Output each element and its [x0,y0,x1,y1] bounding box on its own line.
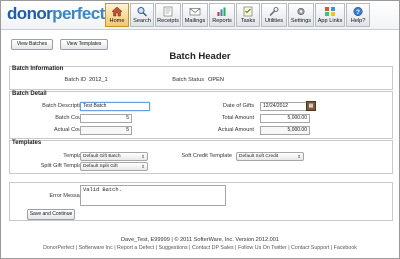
view-templates-button[interactable]: View Templates [60,39,108,50]
actual-amount-field: 5,000.00 [260,126,310,135]
batch-status-value: OPEN [208,77,224,83]
batch-id-label: Batch ID [64,77,86,83]
batch-status-label: Batch Status [172,77,204,83]
app-links-icon [325,7,335,16]
settings-icon [297,7,305,16]
templates-title: Templates [12,140,42,146]
date-of-gifts-label: Date of Gifts [222,103,254,109]
nav-utilities-label: Utilities [264,18,284,24]
home-icon [111,6,123,17]
nav-tasks-label: Tasks [240,18,256,24]
actual-amount-label: Actual Amount [217,127,254,133]
batch-detail-title: Batch Detail [12,91,47,97]
error-message-textarea[interactable]: Valid Batch. [80,185,226,206]
select-arrows-icon: ⇕ [141,154,145,159]
calendar-icon[interactable]: ▦ [306,101,316,111]
nav-tasks[interactable]: Tasks [236,3,260,27]
main-nav: Home Search Receipts Mailings Reports Ta… [105,3,371,27]
split-gift-select-value: Default Split Gift [83,164,118,169]
batch-information-title: Batch Information [12,66,64,72]
utilities-icon [269,6,279,17]
split-gift-template-select[interactable]: Default Split Gift ⇕ [80,162,148,171]
reports-icon [217,7,226,16]
help-icon: ? [353,6,363,17]
nav-mailings-label: Mailings [184,18,206,24]
search-icon [137,7,147,17]
logo-text-donor: donor [7,4,53,23]
page-title: Batch Header [169,51,231,62]
svg-text:?: ? [356,9,360,16]
nav-search-label: Search [133,18,151,24]
batch-detail-section: Batch Detail Batch Description Test Batc… [9,91,393,139]
templates-section: Templates Template Default Gift Batch ⇕ … [9,140,393,174]
nav-settings[interactable]: Settings [288,3,314,27]
view-batches-button[interactable]: View Batches [11,39,53,50]
footer-copyright: Dave_Test, E99999 | © 2011 SofterWare, I… [121,237,279,243]
nav-reports[interactable]: Reports [209,3,235,27]
nav-reports-label: Reports [212,18,232,24]
nav-receipts[interactable]: Receipts [155,3,181,27]
soft-credit-template-select[interactable]: Default Soft Credit ⇕ [236,152,304,161]
nav-search[interactable]: Search [130,3,154,27]
total-amount-label: Total Amount [221,115,254,121]
app-window: donor perfect Home Search Receipts Mailin… [0,0,400,259]
message-section: Error Message Valid Batch. Save and Cont… [9,182,393,221]
soft-credit-template-label: Soft Credit Template [181,153,232,159]
nav-app-links[interactable]: App Links [315,3,345,27]
select-arrows-icon: ⇕ [297,154,301,159]
mailings-icon [189,8,201,16]
batch-id-value: 2012_1 [89,77,108,83]
nav-help-label: Help? [350,18,366,24]
total-amount-input[interactable]: 5,000.00 [260,114,310,123]
batch-description-input[interactable]: Test Batch [80,102,150,111]
date-of-gifts-input[interactable]: 12/24/2012 [260,102,310,111]
donorperfect-logo[interactable]: donor perfect [7,4,105,24]
logo-text-perfect: perfect [52,4,105,23]
template-select-value: Default Gift Batch [83,154,121,159]
nav-help[interactable]: ? Help? [346,3,370,27]
nav-home[interactable]: Home [105,3,129,27]
tasks-icon [243,6,253,17]
nav-app-links-label: App Links [317,18,343,24]
footer-links[interactable]: DonorPerfect | Softerware Inc | Report a… [1,245,399,251]
template-select[interactable]: Default Gift Batch ⇕ [80,152,148,161]
nav-receipts-label: Receipts [157,18,179,24]
nav-settings-label: Settings [290,18,312,24]
save-and-continue-button[interactable]: Save and Continue [27,209,75,220]
receipts-icon [163,6,173,17]
nav-utilities[interactable]: Utilities [261,3,287,27]
select-arrows-icon: ⇕ [141,164,145,169]
batch-information-section: Batch Information Batch ID 2012_1 Batch … [9,66,393,90]
batch-count-input[interactable]: 5 [80,114,132,123]
soft-credit-select-value: Default Soft Credit [239,154,279,159]
actual-count-field: 5 [80,126,132,135]
nav-home-label: Home [109,18,125,24]
top-header: donor perfect Home Search Receipts Mailin… [1,1,399,30]
nav-mailings[interactable]: Mailings [182,3,208,27]
